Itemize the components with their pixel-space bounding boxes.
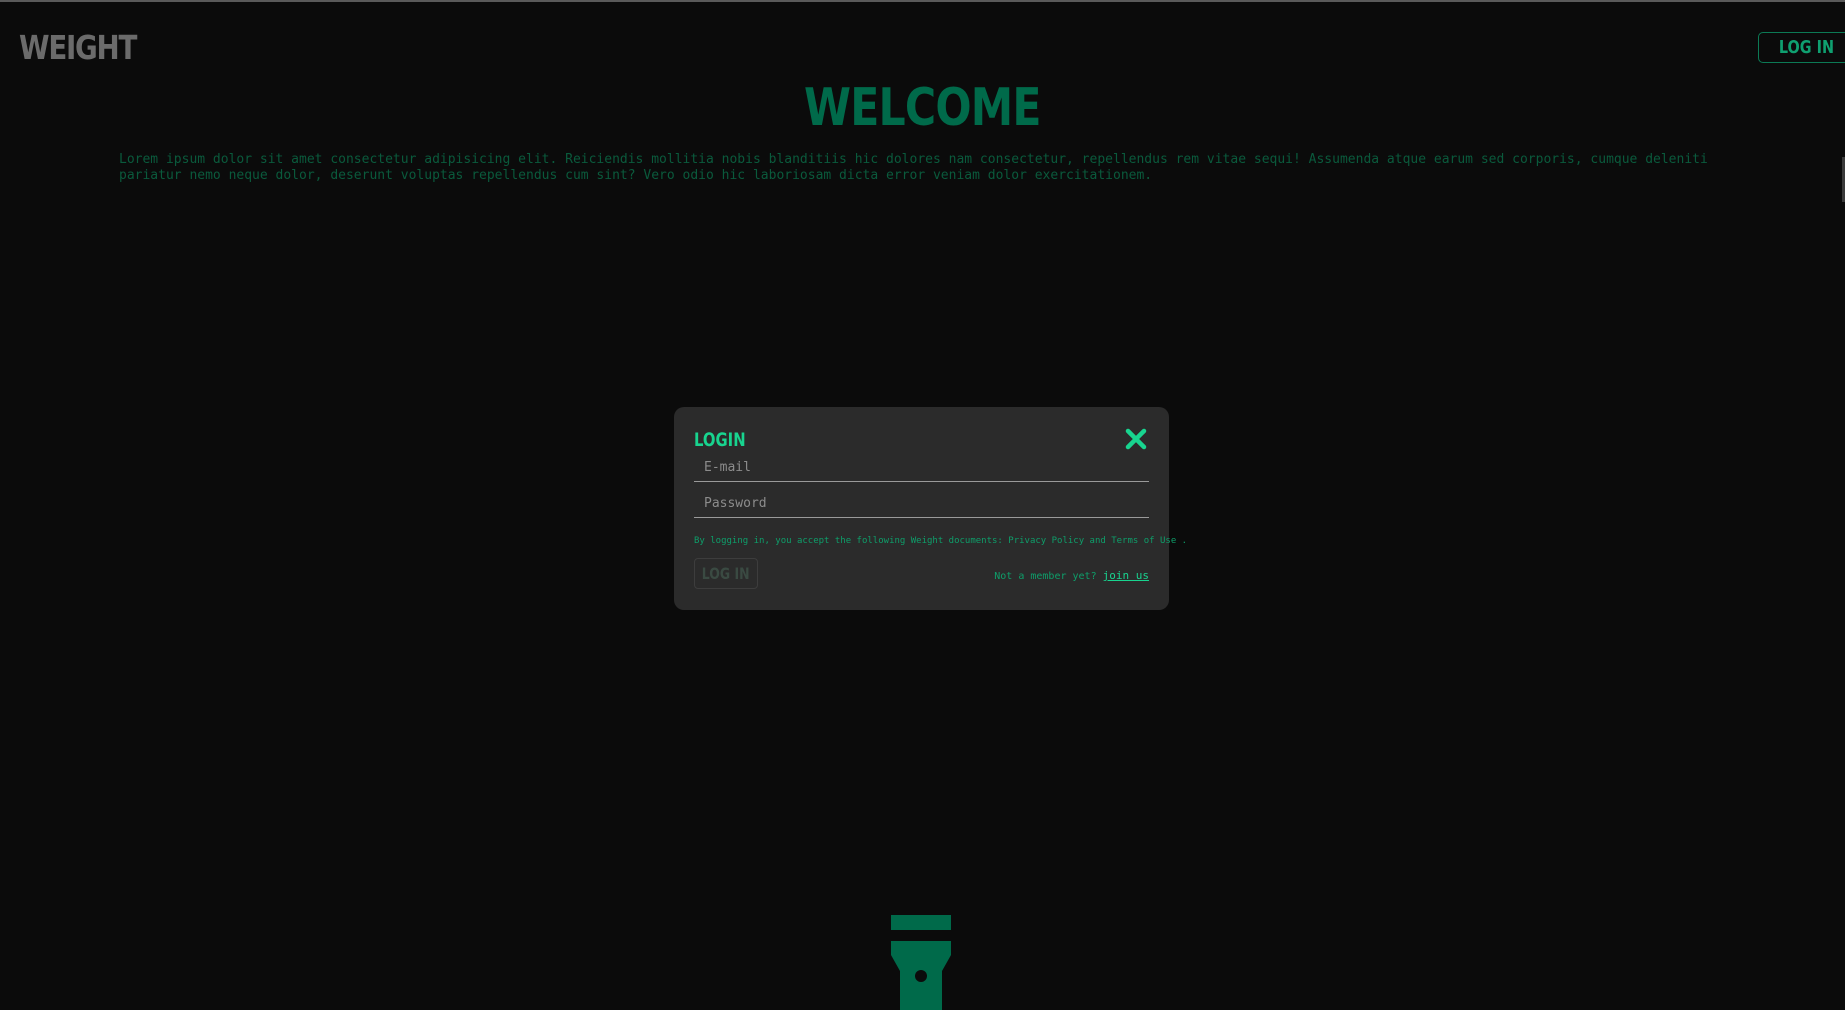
join-us-link[interactable]: join us	[1103, 569, 1149, 582]
login-submit-label: LOG IN	[702, 564, 750, 583]
close-button[interactable]	[1124, 427, 1148, 451]
site-logo[interactable]: WEIGHT	[19, 28, 137, 67]
header-login-label: LOG IN	[1778, 37, 1834, 58]
signup-prompt: Not a member yet? join us	[994, 569, 1149, 582]
close-icon	[1125, 428, 1147, 450]
header-login-button[interactable]: LOG IN	[1758, 32, 1845, 63]
page-title: WELCOME	[0, 78, 1845, 138]
intro-text: Lorem ipsum dolor sit amet consectetur a…	[119, 152, 1708, 183]
login-submit-button[interactable]: LOG IN	[694, 558, 758, 589]
page-title-text: WELCOME	[804, 78, 1042, 138]
modal-title: LOGIN	[694, 429, 760, 451]
flashlight-icon	[891, 915, 951, 1010]
email-field[interactable]	[694, 454, 1149, 482]
signup-prompt-text: Not a member yet?	[994, 571, 1097, 582]
password-field[interactable]	[694, 490, 1149, 518]
terms-notice: By logging in, you accept the following …	[694, 536, 1188, 546]
modal-title-text: LOGIN	[694, 429, 746, 451]
login-modal: LOGIN By logging in, you accept the foll…	[674, 407, 1187, 610]
page: WEIGHT LOG IN WELCOME Lorem ipsum dolor …	[0, 0, 1845, 1010]
